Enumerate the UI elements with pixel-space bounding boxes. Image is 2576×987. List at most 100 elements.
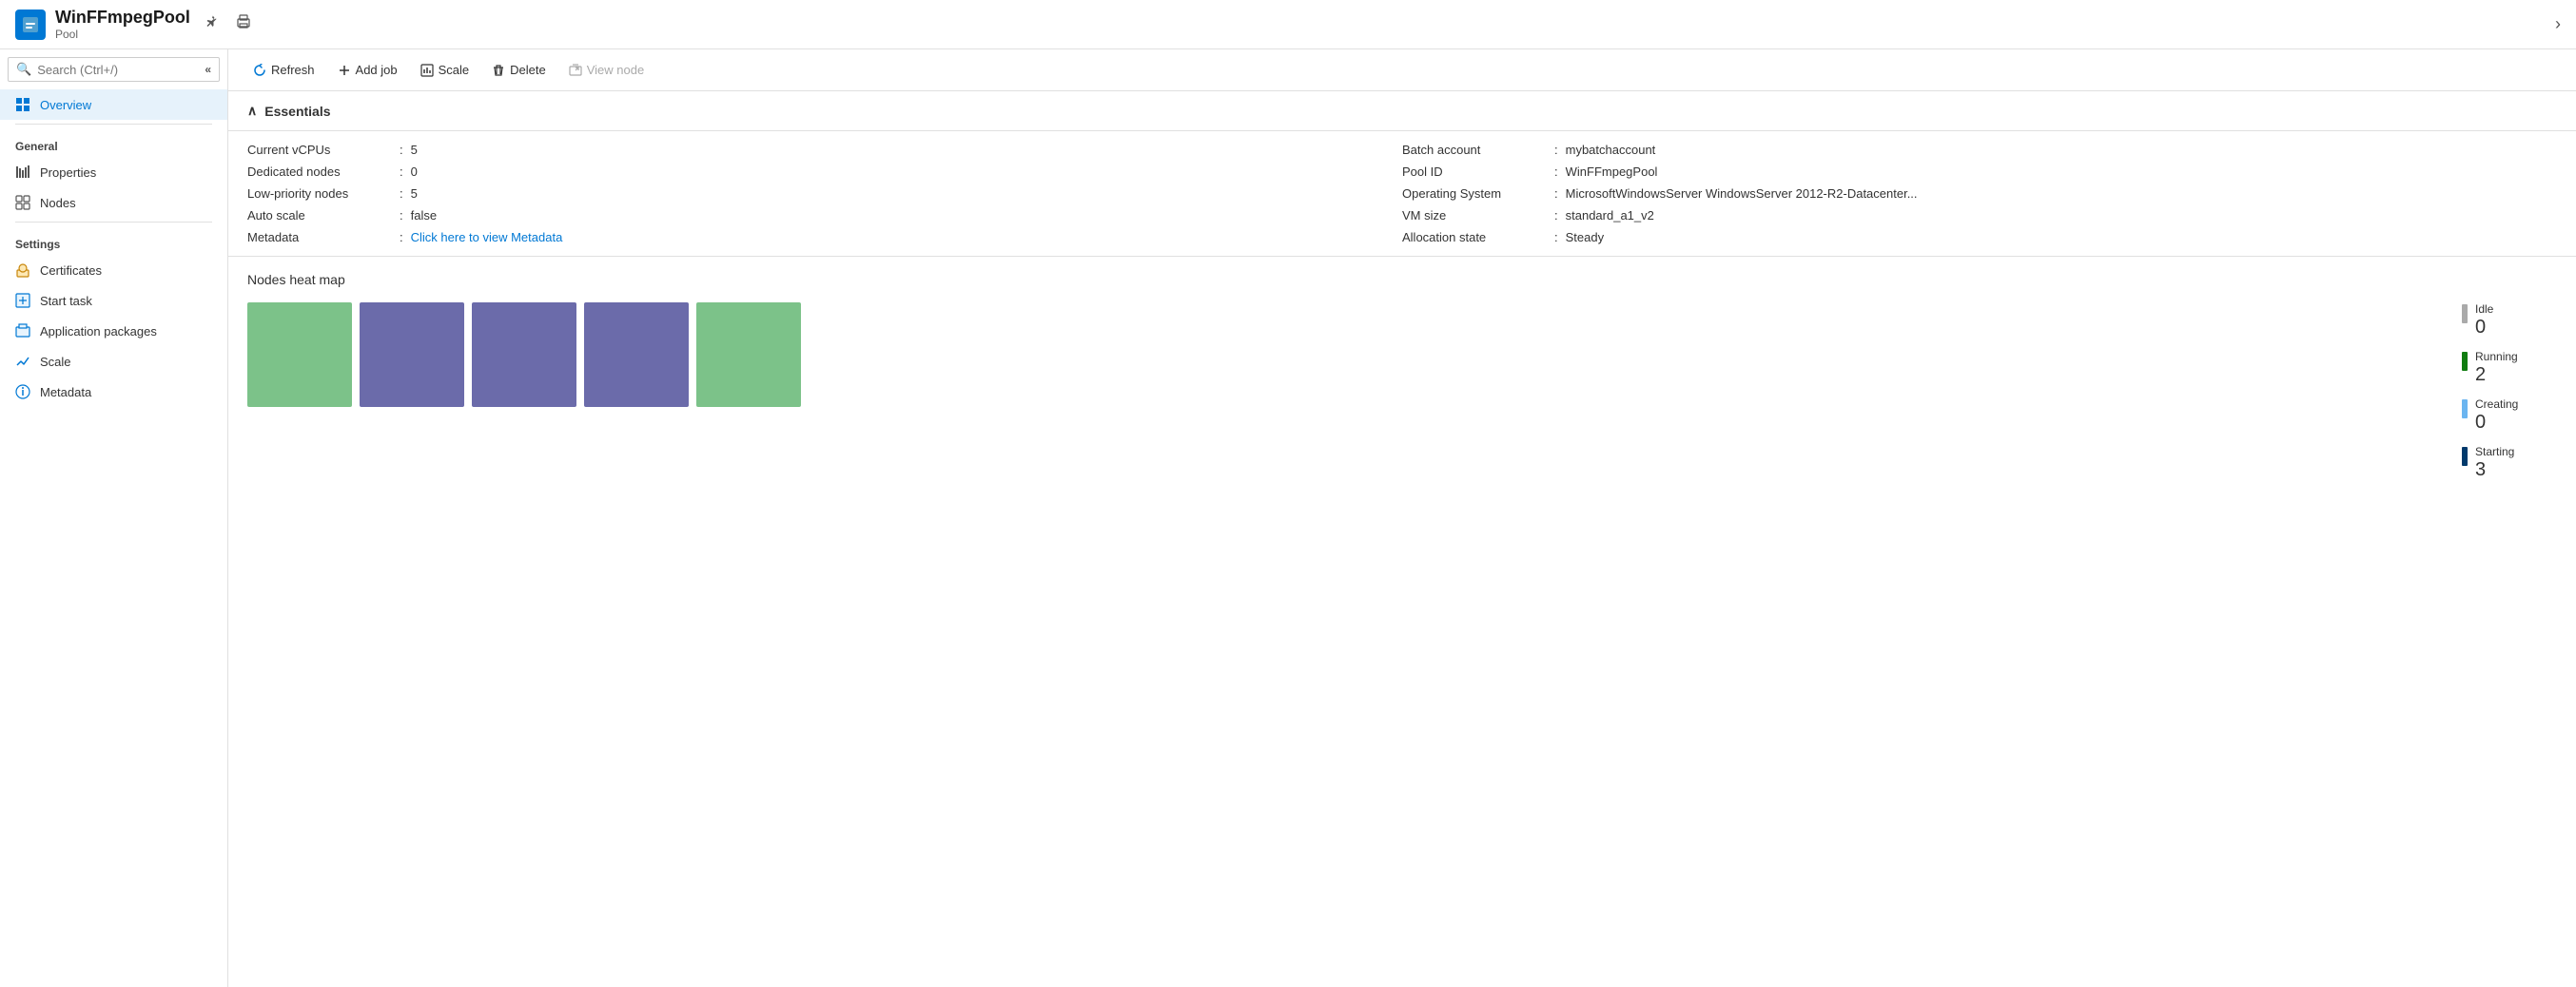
collapse-button[interactable]: «	[205, 63, 211, 76]
essentials-value-batch-account: mybatchaccount	[1566, 143, 1656, 157]
heatmap-node-0[interactable]	[247, 302, 352, 407]
search-box[interactable]: 🔍 «	[8, 57, 220, 82]
heatmap-node-3[interactable]	[584, 302, 689, 407]
refresh-label: Refresh	[271, 63, 315, 77]
heatmap-title: Nodes heat map	[247, 272, 2557, 287]
sidebar-item-start-task-label: Start task	[40, 294, 92, 308]
sidebar-item-metadata-label: Metadata	[40, 385, 91, 399]
refresh-button[interactable]: Refresh	[244, 57, 324, 83]
essentials-value-allocation: Steady	[1566, 230, 1604, 244]
legend-label-idle: Idle	[2475, 302, 2493, 316]
heatmap-node-2[interactable]	[472, 302, 576, 407]
sidebar-divider-general	[15, 124, 212, 125]
sidebar-item-metadata[interactable]: Metadata	[0, 377, 227, 407]
sidebar-item-nodes[interactable]: Nodes	[0, 187, 227, 218]
essentials-row-vcpus: Current vCPUs : 5	[247, 143, 1402, 157]
main-layout: 🔍 « Overview General Properties Nodes Se…	[0, 49, 2576, 987]
legend-item-starting: Starting 3	[2462, 445, 2557, 481]
heatmap-node-4[interactable]	[696, 302, 801, 407]
sidebar-divider-settings	[15, 222, 212, 223]
legend-item-running: Running 2	[2462, 350, 2557, 386]
legend-info-idle: Idle 0	[2475, 302, 2493, 339]
legend-count-running: 2	[2475, 363, 2518, 386]
essentials-row-dedicated: Dedicated nodes : 0	[247, 164, 1402, 179]
legend-info-creating: Creating 0	[2475, 397, 2518, 434]
essentials-value-vmsize: standard_a1_v2	[1566, 208, 1654, 223]
essentials-label-autoscale: Auto scale	[247, 208, 400, 223]
scale-button[interactable]: Scale	[411, 57, 479, 83]
sidebar-item-application-packages[interactable]: Application packages	[0, 316, 227, 346]
essentials-value-pool-id: WinFFmpegPool	[1566, 164, 1658, 179]
add-job-button[interactable]: Add job	[328, 57, 407, 83]
legend-count-creating: 0	[2475, 411, 2518, 434]
sidebar-item-overview-label: Overview	[40, 98, 91, 112]
view-node-label: View node	[587, 63, 644, 77]
content-area: ∧ Essentials Current vCPUs : 5 Dedicated…	[228, 91, 2576, 987]
essentials-row-os: Operating System : MicrosoftWindowsServe…	[1402, 186, 2557, 201]
essentials-label-vcpus: Current vCPUs	[247, 143, 400, 157]
legend-count-idle: 0	[2475, 316, 2493, 339]
essentials-value-metadata-link[interactable]: Click here to view Metadata	[411, 230, 563, 244]
essentials-row-pool-id: Pool ID : WinFFmpegPool	[1402, 164, 2557, 179]
sidebar-item-scale[interactable]: Scale	[0, 346, 227, 377]
sidebar-section-settings: Settings	[0, 226, 227, 255]
legend-label-starting: Starting	[2475, 445, 2514, 458]
delete-button[interactable]: Delete	[482, 57, 556, 83]
pin-button[interactable]	[200, 10, 223, 38]
sidebar-item-properties[interactable]: Properties	[0, 157, 227, 187]
legend-bar-idle	[2462, 304, 2468, 323]
sidebar-item-certificates-label: Certificates	[40, 263, 102, 278]
essentials-value-os: MicrosoftWindowsServer WindowsServer 201…	[1566, 186, 1918, 201]
legend-item-creating: Creating 0	[2462, 397, 2557, 434]
essentials-label-pool-id: Pool ID	[1402, 164, 1554, 179]
app-icon	[15, 10, 46, 40]
top-header: WinFFmpegPool Pool ›	[0, 0, 2576, 49]
sidebar-section-general: General	[0, 128, 227, 157]
header-title-group: WinFFmpegPool Pool	[55, 8, 190, 41]
sidebar-item-application-packages-label: Application packages	[40, 324, 157, 339]
legend-info-starting: Starting 3	[2475, 445, 2514, 481]
essentials-value-dedicated: 0	[411, 164, 418, 179]
legend-item-idle: Idle 0	[2462, 302, 2557, 339]
essentials-header[interactable]: ∧ Essentials	[228, 91, 2576, 131]
heatmap-node-1[interactable]	[360, 302, 464, 407]
print-button[interactable]	[232, 10, 255, 38]
legend-bar-creating	[2462, 399, 2468, 418]
view-node-button[interactable]: View node	[559, 57, 654, 83]
sidebar-item-overview[interactable]: Overview	[0, 89, 227, 120]
legend-bar-running	[2462, 352, 2468, 371]
heatmap-container: Idle 0 Running 2	[247, 302, 2557, 481]
essentials-row-metadata: Metadata : Click here to view Metadata	[247, 230, 1402, 244]
essentials-label-vmsize: VM size	[1402, 208, 1554, 223]
sidebar-item-certificates[interactable]: Certificates	[0, 255, 227, 285]
essentials-row-lowpriority: Low-priority nodes : 5	[247, 186, 1402, 201]
heatmap-section: Nodes heat map Idle	[228, 257, 2576, 496]
essentials-row-allocation: Allocation state : Steady	[1402, 230, 2557, 244]
main-content: Refresh Add job Scale Delete View node	[228, 49, 2576, 987]
essentials-label-batch-account: Batch account	[1402, 143, 1554, 157]
legend-bar-starting	[2462, 447, 2468, 466]
essentials-row-batch-account: Batch account : mybatchaccount	[1402, 143, 2557, 157]
search-input[interactable]	[37, 63, 199, 77]
legend-label-running: Running	[2475, 350, 2518, 363]
essentials-value-lowpriority: 5	[411, 186, 418, 201]
scale-label: Scale	[439, 63, 470, 77]
add-job-label: Add job	[356, 63, 398, 77]
page-subtitle: Pool	[55, 28, 190, 41]
close-button[interactable]: ›	[2555, 14, 2561, 34]
sidebar: 🔍 « Overview General Properties Nodes Se…	[0, 49, 228, 987]
sidebar-item-start-task[interactable]: Start task	[0, 285, 227, 316]
search-icon: 🔍	[16, 62, 31, 77]
sidebar-item-nodes-label: Nodes	[40, 196, 76, 210]
legend-info-running: Running 2	[2475, 350, 2518, 386]
heatmap-nodes	[247, 302, 801, 407]
essentials-row-autoscale: Auto scale : false	[247, 208, 1402, 223]
delete-label: Delete	[510, 63, 546, 77]
essentials-label-allocation: Allocation state	[1402, 230, 1554, 244]
sidebar-item-scale-label: Scale	[40, 355, 71, 369]
essentials-left-col: Current vCPUs : 5 Dedicated nodes : 0 Lo…	[247, 143, 1402, 244]
essentials-grid: Current vCPUs : 5 Dedicated nodes : 0 Lo…	[228, 131, 2576, 257]
toolbar: Refresh Add job Scale Delete View node	[228, 49, 2576, 91]
essentials-title: Essentials	[264, 104, 330, 119]
sidebar-item-properties-label: Properties	[40, 165, 96, 180]
